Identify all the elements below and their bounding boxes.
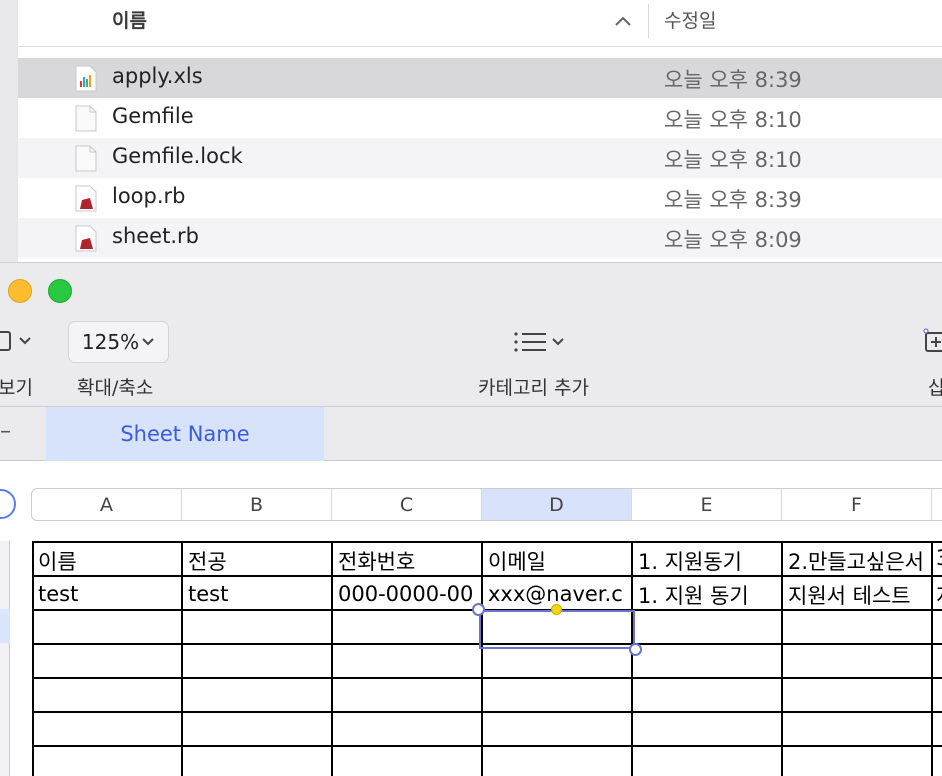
file-row[interactable]: Gemfile 오늘 오후 8:10 (18, 98, 942, 138)
grid-line (32, 541, 942, 543)
file-row[interactable]: loop.rb 오늘 오후 8:39 (18, 178, 942, 218)
table-cell[interactable]: 전화번호 (338, 546, 478, 576)
sheet-canvas: A B C D E F 이름 전공 전화번호 이메일 1. 지원동기 2.만들고… (0, 461, 942, 776)
selection-handle-bottom-right[interactable] (629, 643, 642, 656)
grid-line (781, 541, 783, 776)
table-cell[interactable]: 지원서 테스트 (788, 580, 931, 610)
file-date: 오늘 오후 8:09 (664, 228, 802, 252)
file-name: loop.rb (112, 184, 186, 208)
finder-column-header: 이름 수정일 (18, 0, 942, 47)
add-category-label: 카테고리 추가 (478, 377, 589, 399)
cell-selection[interactable] (479, 610, 635, 649)
view-label: 보기 (0, 377, 33, 399)
blank-file-icon (75, 145, 97, 172)
insert-label: 삽 (928, 377, 942, 399)
column-header-date-modified[interactable]: 수정일 (664, 6, 716, 33)
table-cell[interactable]: 지 (936, 580, 942, 610)
file-row[interactable]: Gemfile.lock 오늘 오후 8:10 (18, 138, 942, 178)
sheet-tab-bar: – Sheet Name (0, 407, 942, 461)
table-cell[interactable]: 전공 (188, 546, 328, 576)
file-name: sheet.rb (112, 224, 199, 248)
file-date: 오늘 오후 8:10 (664, 148, 802, 172)
column-header-name[interactable]: 이름 (112, 6, 147, 33)
table-cell[interactable]: 1. 지원동기 (638, 546, 779, 576)
ruby-file-icon (75, 185, 97, 212)
grid-line (32, 541, 34, 776)
file-date: 오늘 오후 8:10 (664, 108, 802, 132)
table-cell[interactable]: 1. 지원 동기 (638, 580, 779, 610)
file-name: Gemfile.lock (112, 144, 243, 168)
zoom-select[interactable]: 125% (68, 321, 169, 363)
grid-line (481, 541, 483, 776)
grid-line (32, 711, 942, 713)
toolbar: 보기 125% 확대/축소 카테고리 추가 삽 (0, 262, 942, 407)
finder-file-list: 이름 수정일 apply.xls 오늘 오후 8:39 Gemfile 오늘 오… (0, 0, 942, 262)
file-date: 오늘 오후 8:39 (664, 188, 802, 212)
spreadsheet-table[interactable]: 이름 전공 전화번호 이메일 1. 지원동기 2.만들고싶은서 3 test t… (0, 461, 942, 776)
file-name: apply.xls (112, 64, 203, 88)
view-button[interactable] (0, 323, 40, 359)
tab-sheet-name[interactable]: Sheet Name (46, 407, 324, 461)
grid-line (931, 541, 933, 776)
insert-icon (923, 328, 942, 352)
file-date: 오늘 오후 8:39 (664, 68, 802, 92)
table-cell[interactable]: xxx@naver.c (488, 582, 631, 606)
chevron-down-icon (142, 338, 154, 346)
grid-line (32, 745, 942, 747)
add-category-button[interactable] (508, 325, 570, 359)
table-cell[interactable]: test (38, 582, 178, 606)
column-divider (648, 4, 649, 38)
blank-file-icon (75, 105, 97, 132)
list-category-icon (514, 332, 564, 352)
grid-line (32, 677, 942, 679)
remove-sheet-icon[interactable]: – (0, 419, 11, 444)
grid-line (331, 541, 333, 776)
file-row[interactable]: apply.xls 오늘 오후 8:39 (18, 58, 942, 98)
minimize-button[interactable] (8, 279, 32, 303)
file-name: Gemfile (112, 104, 194, 128)
sheet-tab-label: Sheet Name (120, 422, 250, 446)
finder-sidebar-edge (0, 0, 18, 262)
ruby-file-icon (75, 225, 97, 252)
selection-move-handle[interactable] (551, 604, 562, 615)
selection-handle-top-left[interactable] (472, 603, 485, 616)
table-cell[interactable]: 이메일 (488, 546, 629, 576)
table-cell[interactable]: 3 (936, 546, 942, 570)
numbers-window: 보기 125% 확대/축소 카테고리 추가 삽 – Sheet Name A B… (0, 262, 942, 776)
insert-button[interactable] (922, 327, 942, 355)
sidebar-view-icon (0, 331, 31, 351)
table-cell[interactable]: 2.만들고싶은서 (788, 546, 931, 576)
zoom-window-button[interactable] (48, 279, 72, 303)
table-cell[interactable]: 000-0000-00 (338, 582, 479, 606)
zoom-value: 125% (81, 330, 140, 354)
file-row[interactable]: sheet.rb 오늘 오후 8:09 (18, 218, 942, 258)
chevron-up-icon[interactable] (612, 10, 634, 32)
grid-line (181, 541, 183, 776)
spreadsheet-file-icon (75, 65, 97, 92)
table-cell[interactable]: 이름 (38, 546, 178, 576)
grid-line (631, 541, 633, 776)
zoom-label: 확대/축소 (77, 377, 154, 399)
table-cell[interactable]: test (188, 582, 328, 606)
